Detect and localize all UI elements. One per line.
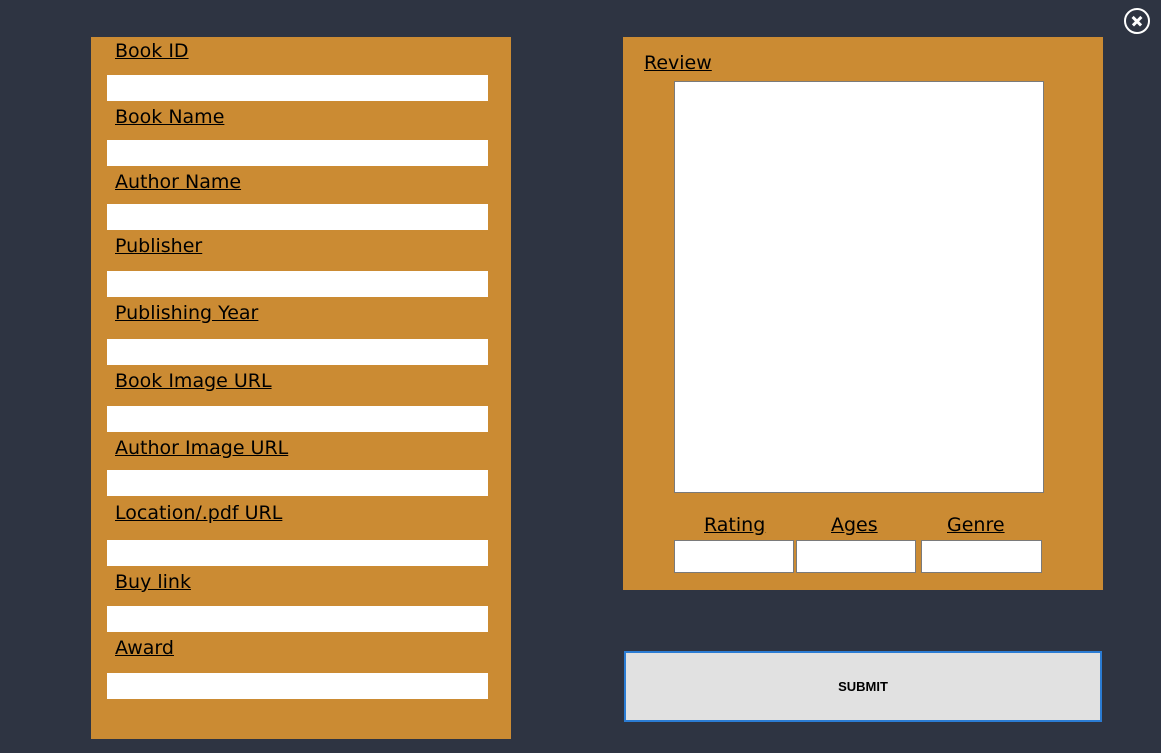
book-name-input[interactable] — [107, 140, 488, 166]
publishing-year-input[interactable] — [107, 339, 488, 365]
author-image-url-label: Author Image URL — [115, 437, 289, 459]
publisher-label: Publisher — [115, 235, 203, 257]
book-image-url-input[interactable] — [107, 406, 488, 432]
buy-link-label: Buy link — [115, 571, 191, 593]
publishing-year-label: Publishing Year — [115, 302, 259, 324]
book-details-panel: Book ID Book Name Author Name Publisher … — [91, 37, 511, 739]
book-image-url-label: Book Image URL — [115, 370, 272, 392]
ages-input[interactable] — [796, 540, 916, 573]
review-textarea[interactable] — [674, 81, 1044, 493]
author-name-input[interactable] — [107, 204, 488, 230]
book-id-input[interactable] — [107, 75, 488, 101]
genre-label: Genre — [947, 514, 1005, 536]
award-label: Award — [115, 637, 174, 659]
book-id-label: Book ID — [115, 40, 189, 62]
book-name-label: Book Name — [115, 106, 225, 128]
genre-input[interactable] — [921, 540, 1042, 573]
buy-link-input[interactable] — [107, 606, 488, 632]
review-panel: Review Rating Ages Genre — [623, 37, 1103, 590]
location-pdf-url-input[interactable] — [107, 540, 488, 566]
ages-label: Ages — [831, 514, 878, 536]
review-label: Review — [644, 52, 712, 74]
author-name-label: Author Name — [115, 171, 242, 193]
award-input[interactable] — [107, 673, 488, 699]
rating-input[interactable] — [674, 540, 794, 573]
submit-button[interactable]: SUBMIT — [624, 651, 1102, 722]
close-icon[interactable] — [1124, 8, 1150, 34]
rating-label: Rating — [704, 514, 766, 536]
author-image-url-input[interactable] — [107, 470, 488, 496]
publisher-input[interactable] — [107, 271, 488, 297]
location-pdf-url-label: Location/.pdf URL — [115, 502, 283, 524]
